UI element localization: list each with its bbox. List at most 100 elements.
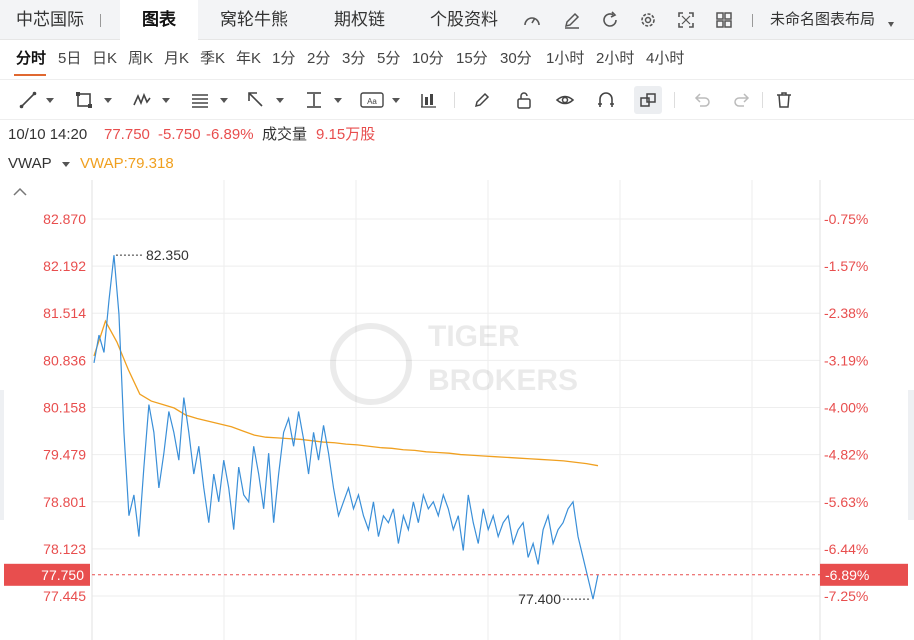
y-tick-label-pct: -4.82% (824, 447, 868, 463)
left-scroll-strip (0, 390, 4, 520)
period-14[interactable]: 1小时 (546, 40, 584, 80)
period-2[interactable]: 日K (92, 40, 117, 80)
toolbar-divider (454, 92, 455, 108)
gear-icon[interactable] (638, 10, 658, 30)
caret-down-icon[interactable] (162, 98, 170, 103)
measure-tool-icon[interactable] (304, 90, 324, 110)
period-11[interactable]: 10分 (412, 40, 444, 80)
period-9[interactable]: 3分 (342, 40, 365, 80)
price-line (93, 255, 599, 600)
y-tick-label-pct: -4.00% (824, 399, 868, 415)
quote-change-pct: -6.89% (206, 126, 254, 143)
intraday-chart[interactable]: TIGER BROKERS 82.870 -0.75% 82.192 -1.57% 81.5… (0, 180, 914, 640)
tab-warrants[interactable]: 窝轮牛熊 (220, 0, 288, 40)
y-tick-label-pct: -1.57% (824, 258, 868, 274)
high-label: 82.350 (146, 247, 189, 263)
period-selector: 分时 5日 日K 周K 月K 季K 年K 1分 2分 3分 5分 10分 15分 30分 1小时 2小时 4小时 (0, 40, 914, 80)
y-tick-label-pct: -5.63% (824, 494, 868, 510)
caret-down-icon[interactable] (334, 98, 342, 103)
y-tick-label: 82.192 (43, 258, 86, 274)
quote-info-bar: 10/10 14:20 77.750 -5.750 -6.89% 成交量 9.1… (0, 120, 914, 150)
y-tick-label-pct: -0.75% (824, 211, 868, 227)
arrow-tool-icon[interactable] (246, 90, 266, 110)
period-16[interactable]: 4小时 (646, 40, 684, 80)
period-12[interactable]: 15分 (456, 40, 488, 80)
period-8[interactable]: 2分 (307, 40, 330, 80)
watermark-text: TIGER (428, 320, 520, 353)
y-tick-label: 78.801 (43, 494, 86, 510)
redo-icon[interactable] (732, 90, 752, 110)
tab-divider (752, 14, 753, 27)
wave-tool-icon[interactable] (132, 90, 152, 110)
fib-tool-icon[interactable] (190, 90, 210, 110)
right-scrollbar[interactable] (908, 390, 914, 520)
indicator-value: VWAP:79.318 (80, 155, 174, 172)
tab-options[interactable]: 期权链 (334, 0, 385, 40)
quote-price: 77.750 (104, 126, 150, 143)
period-3[interactable]: 周K (128, 40, 153, 80)
y-tick-label: 77.445 (43, 588, 86, 604)
unlock-icon[interactable] (514, 90, 534, 110)
quote-datetime: 10/10 14:20 (8, 126, 88, 143)
period-4[interactable]: 月K (164, 40, 189, 80)
magnet-icon[interactable] (596, 90, 616, 110)
y-tick-label: 81.514 (43, 305, 86, 321)
quote-change: -5.750 (158, 126, 201, 143)
rect-tool-icon[interactable] (74, 90, 94, 110)
period-7[interactable]: 1分 (272, 40, 295, 80)
caret-down-icon[interactable] (888, 22, 894, 28)
caret-down-icon[interactable] (104, 98, 112, 103)
gauge-icon[interactable] (522, 10, 542, 30)
period-selected-underline (14, 74, 46, 76)
tiger-brokers-watermark: TIGER BROKERS (330, 320, 578, 405)
y-tick-label-pct: -3.19% (824, 352, 868, 368)
caret-down-icon[interactable] (276, 98, 284, 103)
collapse-chevron-icon[interactable] (13, 187, 27, 196)
watermark-text: BROKERS (428, 364, 578, 397)
watermark-logo-icon (330, 323, 412, 405)
caret-down-icon[interactable] (46, 98, 54, 103)
caret-down-icon[interactable] (62, 162, 70, 168)
caret-down-icon[interactable] (392, 98, 400, 103)
period-13[interactable]: 30分 (500, 40, 532, 80)
stock-name-tab[interactable]: 中芯国际 (16, 0, 84, 40)
y-tick-label-pct: -7.25% (824, 588, 868, 604)
period-6[interactable]: 年K (236, 40, 261, 80)
y-tick-label-pct: -2.38% (824, 305, 868, 321)
y-tick-label: 80.158 (43, 399, 86, 415)
drawing-toolbar: Aa (0, 80, 914, 120)
period-10[interactable]: 5分 (377, 40, 400, 80)
period-1[interactable]: 5日 (58, 40, 81, 80)
last-pct-badge-text: -6.89% (825, 567, 869, 583)
line-tool-icon[interactable] (18, 90, 38, 110)
y-tick-label: 82.870 (43, 211, 86, 227)
y-tick-label: 78.123 (43, 541, 86, 557)
trash-icon[interactable] (774, 90, 794, 110)
text-tool-icon[interactable]: Aa (360, 90, 384, 110)
y-tick-label: 80.836 (43, 352, 86, 368)
eye-icon[interactable] (555, 90, 575, 110)
indicator-name[interactable]: VWAP (8, 150, 52, 178)
period-5[interactable]: 季K (200, 40, 225, 80)
caret-down-icon[interactable] (220, 98, 228, 103)
svg-text:Aa: Aa (367, 97, 377, 106)
low-label: 77.400 (518, 591, 561, 607)
candle-tool-icon[interactable] (418, 90, 438, 110)
layout-name-button[interactable]: 未命名图表布局 (770, 0, 875, 40)
tab-chart[interactable]: 图表 (120, 0, 198, 40)
edit-icon[interactable] (562, 10, 582, 30)
volume-value: 9.15万股 (316, 126, 376, 143)
grid-layout-icon[interactable] (714, 10, 734, 30)
clone-icon[interactable] (638, 90, 658, 110)
pen-icon[interactable] (472, 90, 492, 110)
volume-label: 成交量 (262, 126, 308, 143)
y-tick-label-pct: -6.44% (824, 541, 868, 557)
refresh-icon[interactable] (600, 10, 620, 30)
toolbar-divider (674, 92, 675, 108)
last-price-badge-text: 77.750 (41, 567, 84, 583)
indicator-legend: VWAP VWAP:79.318 (0, 150, 914, 178)
undo-icon[interactable] (692, 90, 712, 110)
fullscreen-icon[interactable] (676, 10, 696, 30)
period-15[interactable]: 2小时 (596, 40, 634, 80)
tab-profile[interactable]: 个股资料 (430, 0, 498, 40)
